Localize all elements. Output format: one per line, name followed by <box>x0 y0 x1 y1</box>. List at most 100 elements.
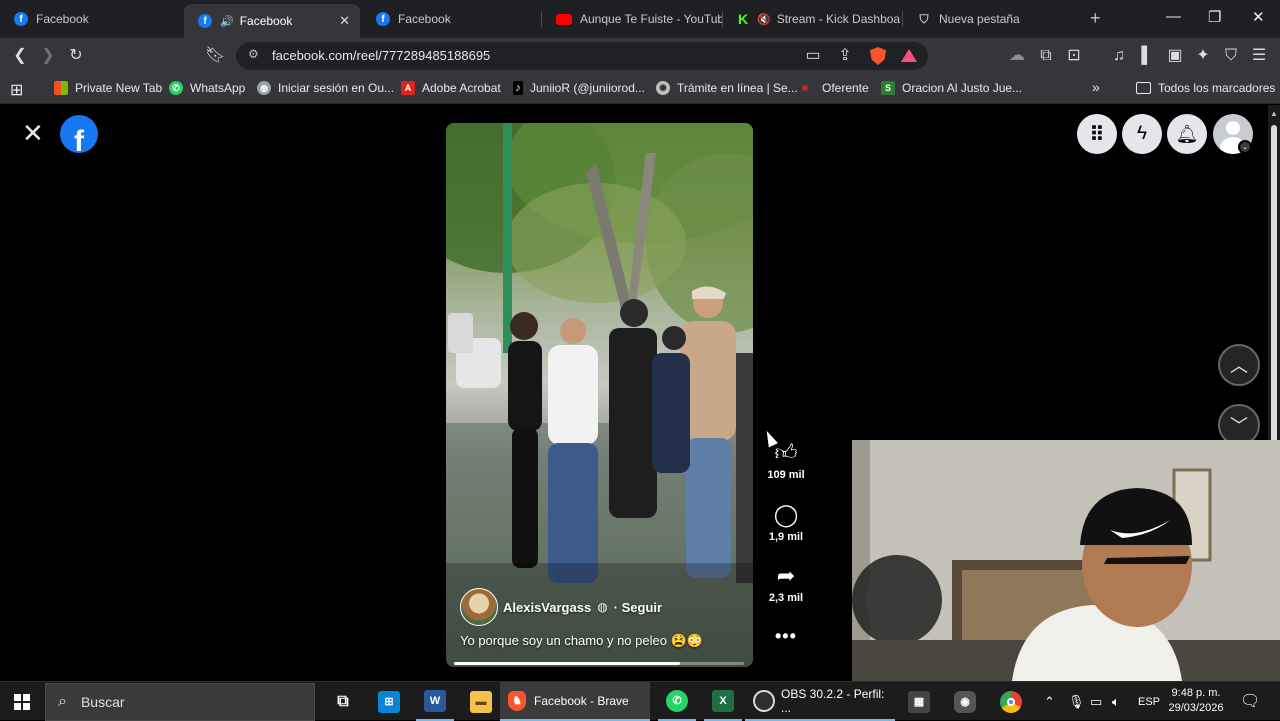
reload-button[interactable]: ↻ <box>66 46 86 66</box>
reel-video[interactable] <box>446 123 753 667</box>
tab-title: Stream - Kick Dashboard <box>776 12 901 26</box>
show-hidden-icons[interactable]: ⌃ <box>1044 694 1055 710</box>
back-button[interactable]: ❮ <box>10 46 30 66</box>
restore-button[interactable]: ❐ <box>1208 8 1221 26</box>
comment-count: 1,9 mil <box>768 531 804 543</box>
share-count: 2,3 mil <box>768 592 804 604</box>
taskbar-obs[interactable]: OBS 30.2.2 - Perfil: ... <box>745 682 895 721</box>
reel-progress-bar[interactable] <box>454 662 744 665</box>
seal-icon: ✺ <box>656 81 670 95</box>
apps-grid-icon[interactable]: ⊞ <box>10 80 23 100</box>
new-tab-button[interactable]: + <box>1090 8 1101 29</box>
bookmark-label: Oracion Al Justo Jue... <box>902 81 1023 95</box>
bookmark-private-new-tab[interactable]: Private New Tab <box>54 81 162 95</box>
previous-reel-button[interactable]: ︿ <box>1218 344 1260 386</box>
site-info-icon[interactable]: ⚙ <box>248 47 259 61</box>
notifications-button[interactable]: 🔔︎ <box>1167 114 1207 154</box>
taskbar-camera[interactable]: ◉ <box>946 682 984 721</box>
scroll-up-arrow-icon[interactable]: ▲ <box>1270 109 1278 118</box>
task-view-button[interactable]: ⧉ <box>324 682 362 721</box>
tab-new-tab[interactable]: ⛉ Nueva pestaña <box>903 0 1078 38</box>
taskbar-calculator[interactable]: ▦ <box>900 682 938 721</box>
menu-icon[interactable]: ☰ <box>1249 46 1269 66</box>
taskbar-excel[interactable]: X <box>704 682 742 721</box>
tab-title: Aunque Te Fuiste - YouTube <box>580 12 722 26</box>
youtube-icon <box>556 13 572 25</box>
brave-rewards-icon[interactable] <box>901 49 917 62</box>
share-arrow-icon[interactable]: ➦ <box>762 563 810 589</box>
tab-facebook-active[interactable]: f 🔊 Facebook ✕ <box>184 4 360 38</box>
wallet-icon[interactable]: ▣ <box>1165 46 1185 66</box>
shield-icon[interactable]: ⛉ <box>1221 46 1241 66</box>
facebook-logo-icon[interactable]: f <box>60 115 98 153</box>
media-icon[interactable]: ♫ <box>1109 46 1129 66</box>
speaker-icon[interactable]: 🔊 <box>220 15 234 28</box>
folder-icon <box>1136 82 1151 94</box>
leo-ai-icon[interactable]: ✦ <box>1193 46 1213 66</box>
notification-center-icon[interactable]: 🗨︎ <box>1240 691 1260 711</box>
bookmark-adobe-acrobat[interactable]: A Adobe Acrobat <box>401 81 501 95</box>
comment-bubble-icon[interactable]: ◯ <box>762 502 810 528</box>
bookmark-iniciar-sesion[interactable]: ◍ Iniciar sesión en Ou... <box>257 81 394 95</box>
bookmark-label: Private New Tab <box>75 81 163 95</box>
more-options-icon[interactable]: ••• <box>775 626 797 647</box>
author-name[interactable]: AlexisVargass <box>503 600 591 615</box>
menu-grid-button[interactable]: ⠿ <box>1077 114 1117 154</box>
taskbar-search-input[interactable]: ⌕ Buscar <box>45 683 315 721</box>
vpn-icon[interactable]: ☁ <box>1007 46 1027 66</box>
comment-action[interactable]: ◯ 1,9 mil <box>762 502 810 543</box>
taskbar-chrome[interactable] <box>992 682 1030 721</box>
messenger-button[interactable]: ϟ <box>1122 114 1162 154</box>
taskbar-store[interactable]: ⊞ <box>370 682 408 721</box>
windows-start-icon[interactable] <box>14 694 30 710</box>
taskbar-file-explorer[interactable]: ▬ <box>462 682 500 721</box>
share-action[interactable]: ➦ 2,3 mil <box>762 563 810 604</box>
address-bar[interactable]: ⚙ facebook.com/reel/777289485188695 <box>236 42 928 70</box>
cast-icon[interactable]: ▭ <box>803 46 823 66</box>
language-indicator[interactable]: ESP <box>1138 696 1160 708</box>
system-clock[interactable]: 9:48 p. m. 29/03/2026 <box>1166 686 1226 716</box>
tab-kick[interactable]: K 🔇 Stream - Kick Dashboard <box>723 0 901 38</box>
share-icon[interactable]: ⇪ <box>835 46 855 66</box>
taskbar-word[interactable]: W <box>416 682 454 721</box>
account-menu-chevron-icon[interactable]: ⌄ <box>1238 140 1252 154</box>
forward-button[interactable]: ❯ <box>38 46 58 66</box>
sidebar-icon[interactable]: ▌ <box>1137 46 1157 66</box>
bookmark-whatsapp[interactable]: ✆ WhatsApp <box>169 81 245 95</box>
whatsapp-icon: ✆ <box>666 689 688 712</box>
reel-caption: Yo porque soy un chamo y no peleo 😫😳 <box>460 633 703 648</box>
volume-icon[interactable]: 🔈︎ <box>1112 694 1120 710</box>
close-window-button[interactable]: ✕ <box>1252 8 1265 26</box>
tab-youtube[interactable]: Aunque Te Fuiste - YouTube <box>542 0 722 38</box>
close-reel-icon[interactable]: ✕ <box>22 120 44 146</box>
scrollbar-thumb[interactable] <box>1271 125 1277 455</box>
close-tab-icon[interactable]: ✕ <box>331 13 350 29</box>
messenger-icon: ϟ <box>1136 123 1148 144</box>
author-avatar[interactable] <box>460 588 498 626</box>
bookmark-oracion[interactable]: S Oracion Al Justo Jue... <box>881 81 1022 95</box>
windows-icon <box>54 81 68 95</box>
word-icon: W <box>424 689 446 712</box>
muted-icon[interactable]: 🔇 <box>757 13 771 26</box>
bookmark-oferente[interactable]: Oferente <box>802 81 869 95</box>
taskbar-whatsapp[interactable]: ✆ <box>658 682 696 721</box>
taskbar-brave-facebook[interactable]: ♞ Facebook - Brave <box>500 682 650 721</box>
extensions-icon[interactable]: ⧉ <box>1036 46 1056 66</box>
minimize-button[interactable]: — <box>1166 8 1181 25</box>
globe-icon: ◍ <box>257 81 271 95</box>
tab-facebook-1[interactable]: f Facebook <box>0 0 180 38</box>
bookmark-tiktok[interactable]: ♪ JuniioR (@juniiorod... <box>513 81 645 95</box>
network-icon[interactable]: ▭ <box>1090 694 1102 710</box>
bookmark-icon[interactable]: 🔖︎ <box>205 46 225 66</box>
follow-button[interactable]: · Seguir <box>614 600 662 615</box>
chevron-down-icon: ﹀ <box>1230 416 1248 436</box>
bookmarks-bar: ⊞ Private New Tab ✆ WhatsApp ◍ Iniciar s… <box>0 74 1280 104</box>
screenshot-icon[interactable]: ⊡ <box>1064 46 1084 66</box>
browser-tab-strip: f Facebook f 🔊 Facebook ✕ f Facebook Aun… <box>0 0 1280 38</box>
url-text[interactable]: facebook.com/reel/777289485188695 <box>272 48 490 63</box>
microphone-icon[interactable]: 🎙︎ <box>1068 694 1085 710</box>
tab-facebook-3[interactable]: f Facebook <box>362 0 532 38</box>
all-bookmarks[interactable]: Todos los marcadores <box>1136 81 1275 95</box>
more-bookmarks-icon[interactable]: » <box>1092 79 1100 95</box>
bookmark-tramite[interactable]: ✺ Trámite en línea | Se... <box>656 81 798 95</box>
